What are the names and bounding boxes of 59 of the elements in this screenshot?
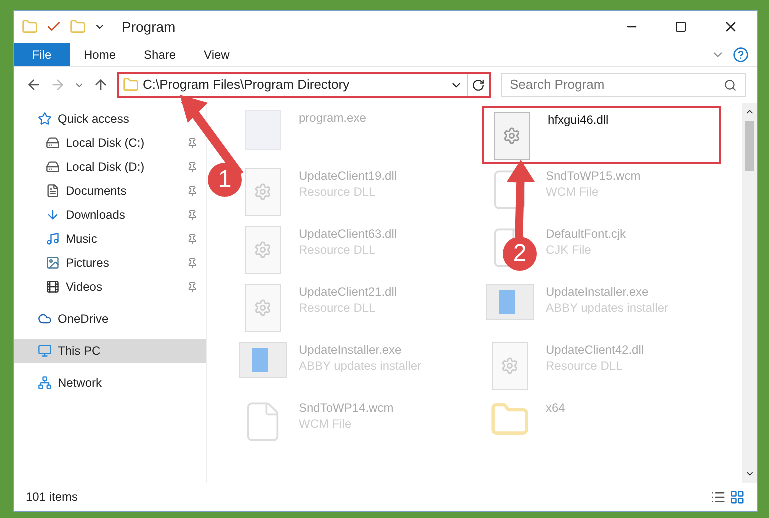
sidebar-item[interactable]: Local Disk (C:) [14, 131, 206, 155]
ribbon-tab[interactable]: File [14, 43, 70, 66]
pin-icon [187, 258, 198, 268]
program-icon [245, 110, 281, 150]
sidebar-item[interactable]: Documents [14, 179, 206, 203]
sidebar-item[interactable]: Network [14, 371, 206, 395]
gear-file-icon [494, 112, 530, 160]
ribbon-tab[interactable]: View [190, 43, 244, 66]
drive-icon [46, 160, 60, 174]
gear-file-icon [245, 168, 281, 216]
scrollbar-thumb[interactable] [745, 121, 754, 171]
pin-icon [187, 210, 198, 220]
drive-icon [46, 136, 60, 150]
pin-icon [187, 282, 198, 292]
network-icon [38, 376, 52, 390]
sidebar-item[interactable]: Downloads [14, 203, 206, 227]
scrollbar[interactable] [742, 103, 757, 483]
pin-icon [187, 162, 198, 172]
pin-icon [187, 138, 198, 148]
cloud-icon [38, 312, 52, 326]
gear-file-icon [492, 342, 528, 390]
search-field[interactable]: Search Program [501, 73, 746, 97]
monitor-icon [38, 344, 52, 358]
maximize-icon[interactable] [675, 21, 687, 33]
download-icon [46, 208, 60, 222]
installer-icon [239, 342, 287, 378]
folder-icon [123, 77, 139, 93]
window-title: Program [122, 18, 176, 37]
up-icon[interactable] [93, 77, 109, 93]
gear-file-icon [245, 226, 281, 274]
star-icon [38, 112, 52, 126]
details-view-icon[interactable] [711, 490, 726, 504]
search-input[interactable]: Search Program [510, 75, 724, 95]
installer-icon [486, 284, 534, 320]
pin-icon [187, 234, 198, 244]
sidebar-item[interactable]: Quick access [14, 107, 206, 131]
item-count: 101 items [26, 489, 80, 506]
pin-icon [187, 186, 198, 196]
gear-file-icon [245, 284, 281, 332]
ribbon-tab[interactable]: Home [70, 43, 130, 66]
sidebar-item[interactable]: Pictures [14, 251, 206, 275]
refresh-icon[interactable] [472, 78, 485, 92]
sidebar-item[interactable]: Music [14, 227, 206, 251]
sidebar-item[interactable]: OneDrive [14, 307, 206, 331]
music-note-icon [46, 232, 60, 246]
sidebar-item[interactable]: Local Disk (D:) [14, 155, 206, 179]
sidebar-item[interactable]: Videos [14, 275, 206, 299]
picture-icon [46, 256, 60, 270]
search-icon [724, 78, 737, 92]
address-path: C:\Program Files\Program Directory [143, 76, 351, 94]
sidebar-item[interactable]: This PC [14, 339, 206, 363]
ribbon-tab[interactable]: Share [130, 43, 190, 66]
film-icon [46, 280, 60, 294]
help-icon[interactable] [733, 46, 749, 62]
file-name[interactable]: hfxgui46.dll [548, 112, 609, 128]
address-bar[interactable]: C:\Program Files\Program Directory [117, 72, 491, 98]
large-icons-view-icon[interactable] [730, 490, 745, 504]
document-icon [46, 184, 60, 198]
back-icon[interactable] [26, 77, 42, 93]
